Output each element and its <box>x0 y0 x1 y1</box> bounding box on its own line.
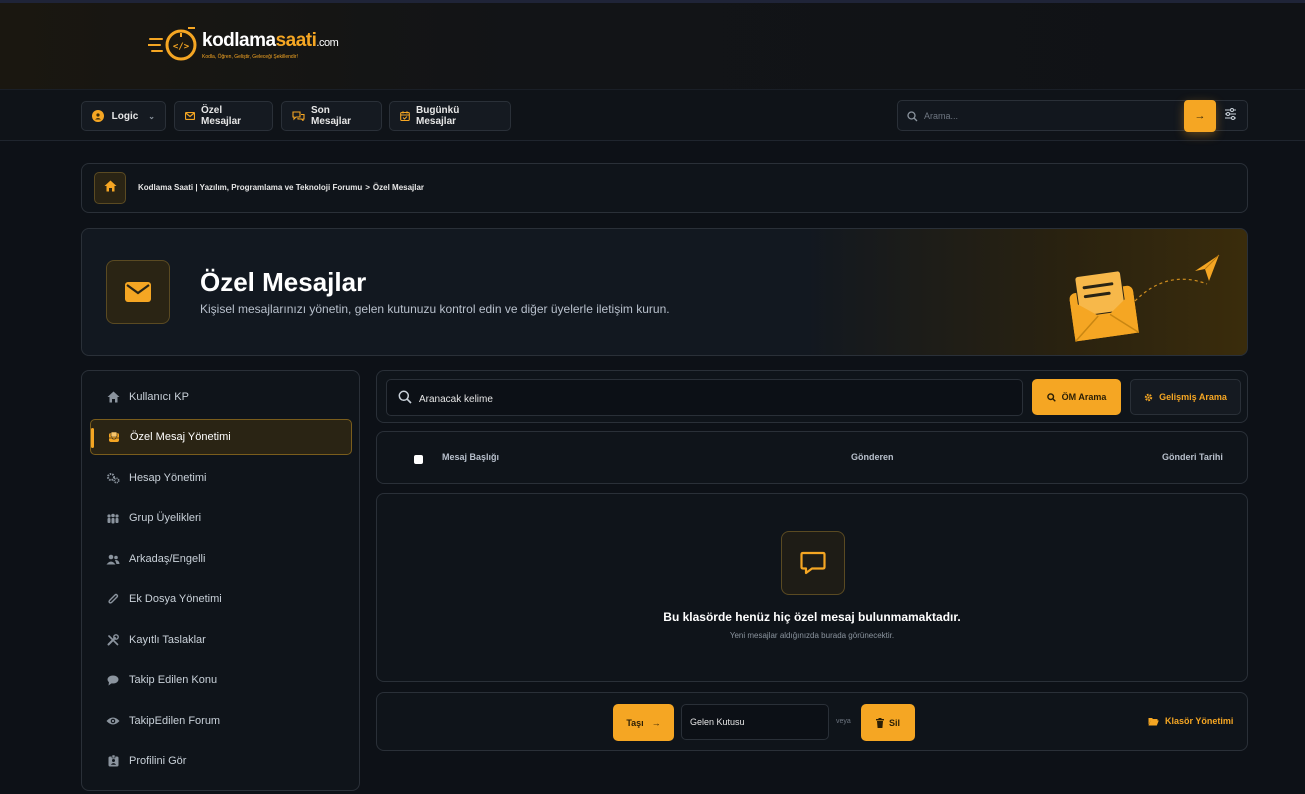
or-separator: veya <box>836 718 851 725</box>
pm-search-input[interactable] <box>419 392 1009 406</box>
nav-item-label: Son Mesajlar <box>311 105 352 127</box>
sidebar-item-label: Kayıtlı Taslaklar <box>129 634 206 646</box>
delete-button-label: Sil <box>888 717 900 728</box>
site-header: </> kodlamasaati.com Kodla, Öğren, Geliş… <box>0 3 1305 89</box>
envelope-icon <box>185 112 195 120</box>
clock-code-logo-icon: </> <box>147 27 200 63</box>
sidebar-item-view-profile[interactable]: Profilini Gör <box>90 743 352 779</box>
search-icon <box>907 109 918 127</box>
sidebar-item-friends[interactable]: Arkadaş/Engelli <box>90 541 352 577</box>
sidebar-item-user-cp[interactable]: Kullanıcı KP <box>90 379 352 415</box>
column-header-subject[interactable]: Mesaj Başlığı <box>442 452 499 462</box>
eye-icon <box>106 714 120 728</box>
sidebar-item-attachments[interactable]: Ek Dosya Yönetimi <box>90 581 352 617</box>
page-subtitle: Kişisel mesajlarınızı yönetin, gelen kut… <box>200 302 670 316</box>
sidebar-item-label: Arkadaş/Engelli <box>129 553 206 565</box>
page-hero: Özel Mesajlar Kişisel mesajlarınızı yöne… <box>81 228 1248 356</box>
logo-wordmark: kodlamasaati.com <box>202 29 339 51</box>
search-icon <box>398 390 412 409</box>
sidebar-item-label: Profilini Gör <box>129 755 187 767</box>
tools-icon <box>106 633 120 647</box>
arrow-right-icon: → <box>651 717 661 728</box>
message-actions-bar: Taşı → Gelen Kutusu veya Sil Klasör Yöne… <box>376 692 1248 751</box>
site-logo[interactable]: </> kodlamasaati.com Kodla, Öğren, Geliş… <box>147 27 339 63</box>
chevron-down-icon: ⌄ <box>148 111 155 121</box>
breadcrumb: Kodlama Saati | Yazılım, Programlama ve … <box>81 163 1248 213</box>
pm-search-field <box>386 379 1023 416</box>
site-search: → <box>897 100 1248 132</box>
folder-management-label: Klasör Yönetimi <box>1165 716 1234 726</box>
sidebar-item-label: Ek Dosya Yönetimi <box>129 593 222 605</box>
sidebar-item-pm-management[interactable]: Özel Mesaj Yönetimi <box>90 419 352 455</box>
sidebar-item-label: Takip Edilen Konu <box>129 674 218 686</box>
paperclip-icon <box>106 592 120 606</box>
comment-icon <box>106 673 120 687</box>
user-name-label: Logic <box>111 110 139 122</box>
folder-open-icon <box>1148 717 1159 726</box>
sidebar-item-label: Grup Üyelikleri <box>129 512 202 524</box>
pm-search-button-label: ÖM Arama <box>1061 392 1107 402</box>
nav-todays-messages[interactable]: Bugünkü Mesajlar <box>389 101 511 131</box>
nav-private-messages[interactable]: Özel Mesajlar <box>174 101 273 131</box>
user-menu-button[interactable]: Logic ⌄ <box>81 101 166 131</box>
group-icon <box>106 511 120 525</box>
sidebar-item-account[interactable]: Hesap Yönetimi <box>90 460 352 496</box>
breadcrumb-separator: > <box>365 183 370 192</box>
open-mail-illustration-icon <box>1057 239 1227 349</box>
home-icon <box>104 179 117 197</box>
gear-icon <box>1144 393 1153 402</box>
user-avatar-icon <box>92 110 104 122</box>
sidebar-item-followed-threads[interactable]: Takip Edilen Konu <box>90 662 352 698</box>
empty-folder-panel: Bu klasörde henüz hiç özel mesaj bulunma… <box>376 493 1248 682</box>
arrow-right-icon: → <box>1194 110 1206 122</box>
sliders-icon <box>1224 107 1237 125</box>
move-button[interactable]: Taşı → <box>613 704 674 741</box>
site-search-input[interactable] <box>924 108 1174 124</box>
sidebar-item-followed-forums[interactable]: TakipEdilen Forum <box>90 703 352 739</box>
pm-search-panel: ÖM Arama Gelişmiş Arama <box>376 370 1248 423</box>
calendar-icon <box>400 111 410 121</box>
search-settings-button[interactable] <box>1220 107 1240 125</box>
empty-state-subtitle: Yeni mesajlar aldığınızda burada görünec… <box>729 631 895 640</box>
messages-table-header: Mesaj Başlığı Gönderen Gönderi Tarihi <box>376 431 1248 484</box>
envelope-icon <box>106 260 170 324</box>
search-submit-button[interactable]: → <box>1184 100 1216 132</box>
home-button[interactable] <box>94 172 126 204</box>
id-badge-icon <box>106 754 120 768</box>
inbox-icon <box>107 430 121 444</box>
delete-button[interactable]: Sil <box>861 704 915 741</box>
move-button-label: Taşı <box>626 717 644 728</box>
pm-search-button[interactable]: ÖM Arama <box>1032 379 1121 415</box>
folder-select[interactable]: Gelen Kutusu <box>681 704 829 740</box>
trash-icon <box>875 717 884 728</box>
empty-state-title: Bu klasörde henüz hiç özel mesaj bulunma… <box>663 610 961 624</box>
svg-text:</>: </> <box>173 42 190 52</box>
sidebar-item-label: Özel Mesaj Yönetimi <box>130 431 231 443</box>
page-title: Özel Mesajlar <box>200 267 367 297</box>
gears-icon <box>106 471 120 485</box>
sidebar-item-groups[interactable]: Grup Üyelikleri <box>90 500 352 536</box>
sidebar-item-label: Kullanıcı KP <box>129 391 189 403</box>
logo-tagline: Kodla, Öğren, Geliştir, Geleceği Şekille… <box>202 53 298 60</box>
breadcrumb-forum-link[interactable]: Kodlama Saati | Yazılım, Programlama ve … <box>138 183 362 192</box>
column-header-sender[interactable]: Gönderen <box>851 452 894 462</box>
select-all-checkbox[interactable] <box>414 455 423 464</box>
advanced-search-label: Gelişmiş Arama <box>1159 392 1227 402</box>
nav-recent-messages[interactable]: Son Mesajlar <box>281 101 382 131</box>
sidebar-item-drafts[interactable]: Kayıtlı Taslaklar <box>90 622 352 658</box>
sidebar-item-label: TakipEdilen Forum <box>129 715 221 727</box>
folder-management-link[interactable]: Klasör Yönetimi <box>1148 716 1233 726</box>
chat-bubbles-icon <box>292 111 305 121</box>
user-cp-sidebar: Kullanıcı KP Özel Mesaj Yönetimi Hesap Y… <box>81 370 360 791</box>
search-icon <box>1046 392 1056 402</box>
nav-item-label: Özel Mesajlar <box>201 105 242 127</box>
column-header-date[interactable]: Gönderi Tarihi <box>1162 452 1223 462</box>
nav-item-label: Bugünkü Mesajlar <box>416 105 460 127</box>
breadcrumb-current: Özel Mesajlar <box>372 183 425 192</box>
comment-icon <box>781 531 845 595</box>
sidebar-item-label: Hesap Yönetimi <box>129 472 207 484</box>
advanced-search-button[interactable]: Gelişmiş Arama <box>1130 379 1241 415</box>
users-icon <box>106 552 120 566</box>
home-icon <box>106 390 120 404</box>
